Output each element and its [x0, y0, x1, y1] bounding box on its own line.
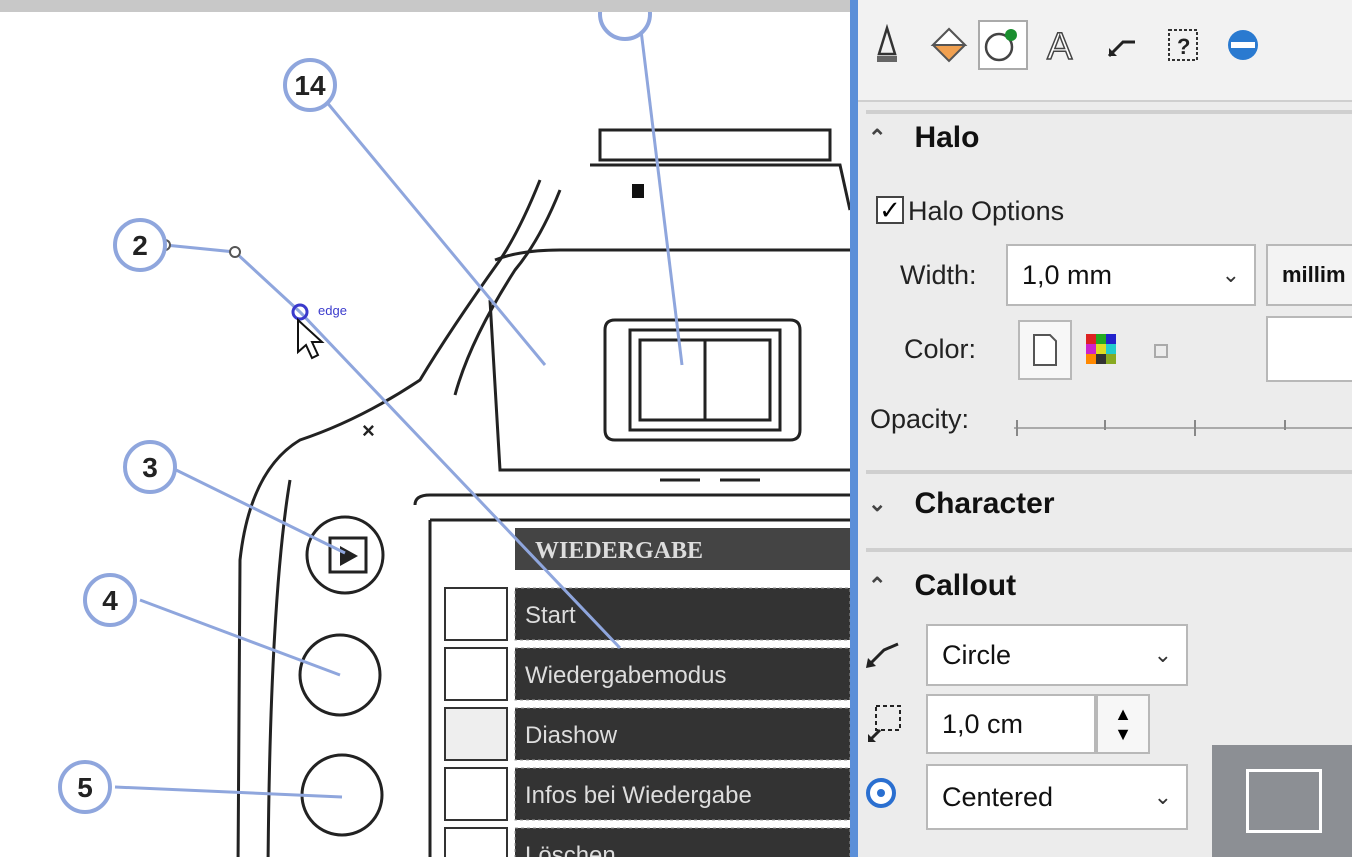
camera-menu: WIEDERGABE Start Wiedergabemodus Diashow In… — [444, 528, 850, 857]
menu-item-icon — [444, 767, 508, 821]
halo-title: Halo — [914, 121, 980, 154]
callout-alignment-icon — [864, 776, 898, 818]
fill-icon[interactable] — [924, 20, 974, 70]
units-select[interactable]: millim — [1266, 244, 1352, 306]
callout-title: Callout — [914, 569, 1017, 602]
callout-number: 14 — [294, 70, 326, 101]
panel-divider[interactable] — [850, 0, 858, 857]
width-select[interactable]: 1,0 mm ⌄ — [1006, 244, 1256, 306]
connector-icon[interactable] — [1098, 20, 1148, 70]
width-label: Width: — [900, 260, 977, 290]
chevron-down-icon: ⌄ — [1153, 642, 1172, 667]
summary-icon[interactable]: ? — [1158, 20, 1208, 70]
width-value: 1,0 mm — [1022, 259, 1113, 290]
menu-title: WIEDERGABE — [535, 538, 703, 564]
section-separator — [866, 110, 1352, 114]
opacity-label: Opacity: — [870, 404, 970, 434]
callout-number: 4 — [102, 585, 118, 616]
svg-text:A: A — [1047, 26, 1073, 65]
character-icon[interactable]: A — [1036, 20, 1086, 70]
cursor-hint: edge — [318, 303, 347, 318]
units-value: millim — [1282, 262, 1346, 287]
callout-size-value: 1,0 cm — [942, 708, 1024, 739]
section-separator — [866, 470, 1352, 474]
halo-header[interactable]: ⌃ Halo — [868, 118, 979, 158]
menu-item-label: Infos bei Wiedergabe — [525, 782, 752, 809]
menu-item-label: Start — [525, 602, 576, 629]
callout-number: 2 — [132, 230, 148, 261]
mouse-cursor-icon — [297, 317, 325, 360]
callout-shape-select[interactable]: Circle ⌄ — [926, 624, 1188, 686]
menu-item-icon — [444, 647, 508, 701]
callout-size-input[interactable]: 1,0 cm — [926, 694, 1096, 754]
callout-alignment-value: Centered — [942, 781, 1054, 812]
outline-pen-icon[interactable] — [862, 20, 912, 70]
callout-size-stepper[interactable]: ▲ ▼ — [1096, 694, 1150, 754]
character-header[interactable]: ⌄ Character — [868, 484, 1055, 524]
callout-header[interactable]: ⌃ Callout — [868, 566, 1016, 606]
object-style-icon[interactable] — [978, 20, 1028, 70]
properties-toolbar: A ? — [858, 0, 1352, 102]
expand-chevron-icon[interactable]: ⌄ — [868, 491, 886, 517]
color-value-field[interactable] — [1266, 316, 1352, 382]
preview-thumbnail[interactable] — [1212, 745, 1352, 857]
stepper-up-icon[interactable]: ▲ — [1114, 704, 1132, 724]
stepper-down-icon[interactable]: ▼ — [1114, 724, 1132, 744]
color-label: Color: — [904, 334, 977, 364]
properties-docker: A ? ⌃ Halo ✓ Halo Options Width: 1,0 mm … — [858, 0, 1352, 857]
character-title: Character — [914, 487, 1055, 520]
menu-item-label: Löschen — [525, 842, 616, 857]
collapse-chevron-icon[interactable]: ⌃ — [868, 125, 886, 151]
callout-shape-icon — [864, 636, 904, 678]
frame-icon — [1246, 769, 1322, 833]
callout-alignment-select[interactable]: Centered ⌄ — [926, 764, 1188, 830]
callout-size-icon — [866, 700, 906, 752]
menu-item-icon — [444, 587, 508, 641]
callout-number: 3 — [142, 452, 158, 483]
color-swatch-button[interactable] — [1018, 320, 1072, 380]
collapse-chevron-icon[interactable]: ⌃ — [868, 573, 886, 599]
menu-item-icon — [444, 827, 508, 857]
callout-number: 5 — [77, 772, 93, 803]
color-lock-toggle[interactable] — [1154, 344, 1168, 358]
callout-shape-value: Circle — [942, 639, 1012, 670]
opacity-slider[interactable] — [1014, 420, 1352, 436]
halo-options-label: Halo Options — [908, 196, 1065, 226]
drawing-canvas[interactable]: × WIEDERGABE Start Wiedergabemodus Diashow… — [0, 0, 850, 857]
section-separator — [866, 548, 1352, 552]
transparency-icon[interactable] — [1218, 20, 1268, 70]
halo-options-checkbox[interactable]: ✓ — [876, 196, 904, 224]
color-palette-icon[interactable] — [1086, 334, 1116, 364]
svg-text:×: × — [362, 418, 375, 443]
menu-item-label: Wiedergabemodus — [525, 662, 726, 689]
svg-text:?: ? — [1177, 34, 1190, 59]
menu-item-label: Diashow — [525, 722, 618, 749]
chevron-down-icon: ⌄ — [1221, 262, 1240, 287]
menu-item-icon — [444, 707, 508, 761]
chevron-down-icon: ⌄ — [1153, 784, 1172, 809]
